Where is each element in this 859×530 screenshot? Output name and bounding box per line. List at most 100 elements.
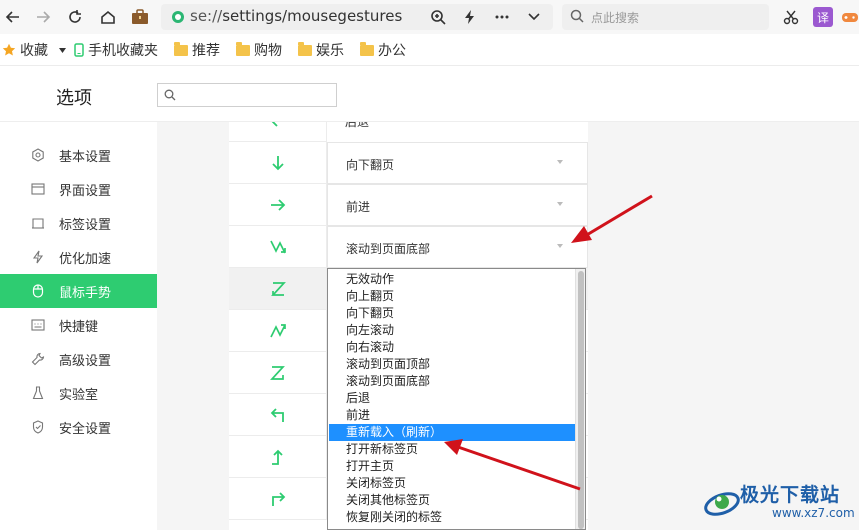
gesture-down-icon bbox=[229, 142, 327, 184]
zoom-icon[interactable] bbox=[428, 4, 448, 30]
flask-icon bbox=[30, 385, 46, 401]
lightning-icon[interactable] bbox=[460, 4, 480, 30]
shield-icon bbox=[30, 419, 46, 435]
sidebar-item-advanced[interactable]: 高级设置 bbox=[0, 342, 157, 376]
bookmark-folder-entertainment[interactable]: 娱乐 bbox=[298, 41, 344, 59]
dropdown-option[interactable]: 恢复刚关闭的标签 bbox=[329, 509, 575, 526]
bookmark-folder-shopping[interactable]: 购物 bbox=[236, 41, 282, 59]
dropdown-option-selected[interactable]: 重新载入（刷新） bbox=[329, 424, 575, 441]
gesture-action-value: 向下翻页 bbox=[346, 158, 395, 172]
gesture-action-select[interactable]: 滚动到页面底部 bbox=[327, 226, 588, 268]
options-header: 选项 bbox=[0, 66, 859, 122]
gesture-action-cell: 滚动到页面底部 bbox=[327, 226, 588, 268]
sidebar-item-speed[interactable]: 优化加速 bbox=[0, 240, 157, 274]
sidebar-item-security[interactable]: 安全设置 bbox=[0, 410, 157, 444]
bookmark-label: 推荐 bbox=[192, 43, 220, 59]
chevron-down-icon bbox=[557, 160, 563, 164]
watermark-title: 极光下载站 bbox=[740, 484, 841, 506]
gesture-left-icon bbox=[229, 122, 327, 142]
gesture-right-up-icon bbox=[229, 436, 327, 478]
gear-hex-icon bbox=[30, 147, 46, 163]
gesture-action-value: 滚动到页面底部 bbox=[346, 242, 431, 256]
sidebar-item-tabs[interactable]: 标签设置 bbox=[0, 206, 157, 240]
forward-icon[interactable] bbox=[32, 0, 54, 34]
search-input[interactable]: 点此搜索 bbox=[562, 4, 769, 30]
reload-icon[interactable] bbox=[64, 0, 86, 34]
gesture-action-cell: 向下翻页 bbox=[327, 142, 588, 184]
sidebar-item-label: 标签设置 bbox=[59, 217, 112, 233]
address-url: se://settings/mousegestures bbox=[190, 7, 402, 25]
gesture-row: 向下翻页 bbox=[229, 142, 588, 184]
bookmark-folder-recommend[interactable]: 推荐 bbox=[174, 41, 220, 59]
gesture-action-select[interactable]: 后退 bbox=[327, 122, 588, 142]
translate-icon[interactable]: 译 bbox=[813, 7, 833, 27]
favorites-button[interactable]: 收藏 bbox=[2, 41, 48, 59]
chevron-down-icon[interactable] bbox=[524, 4, 544, 30]
search-icon bbox=[164, 89, 176, 104]
toolbox-icon[interactable] bbox=[129, 0, 151, 34]
cut-icon[interactable] bbox=[780, 0, 802, 34]
sidebar-item-basic[interactable]: 基本设置 bbox=[0, 138, 157, 172]
sidebar-item-interface[interactable]: 界面设置 bbox=[0, 172, 157, 206]
action-dropdown-list: 无效动作 向上翻页 向下翻页 向左滚动 向右滚动 滚动到页面顶部 滚动到页面底部… bbox=[327, 268, 586, 530]
browser-toolbar: se://settings/mousegestures 点此搜索 译 bbox=[0, 0, 859, 34]
dropdown-option[interactable]: 后退 bbox=[329, 390, 575, 407]
options-search-input[interactable] bbox=[157, 83, 337, 107]
bookmark-mobile[interactable]: 手机收藏夹 bbox=[74, 41, 158, 59]
sidebar-item-label: 高级设置 bbox=[59, 353, 112, 369]
bookmark-label: 娱乐 bbox=[316, 43, 344, 59]
dropdown-option[interactable]: 滚动到页面顶部 bbox=[329, 356, 575, 373]
sidebar-item-mouse-gestures[interactable]: 鼠标手势 bbox=[0, 274, 157, 308]
mouse-icon bbox=[30, 283, 46, 299]
dropdown-option[interactable]: 打开主页 bbox=[329, 458, 575, 475]
bookmarks-bar: 收藏 手机收藏夹 推荐 购物 娱乐 办公 bbox=[0, 34, 859, 66]
aurora-logo-icon bbox=[704, 492, 740, 516]
window-icon bbox=[30, 181, 46, 197]
gesture-action-value: 后退 bbox=[345, 122, 370, 129]
dropdown-option[interactable]: 无效动作 bbox=[329, 271, 575, 288]
dropdown-option[interactable]: 滚动到页面底部 bbox=[329, 373, 575, 390]
home-icon[interactable] bbox=[97, 0, 119, 34]
sidebar-item-label: 鼠标手势 bbox=[59, 285, 112, 301]
bookmark-label: 手机收藏夹 bbox=[88, 43, 158, 59]
sidebar-item-label: 基本设置 bbox=[59, 149, 112, 165]
dropdown-option[interactable]: 向右滚动 bbox=[329, 339, 575, 356]
gesture-action-select[interactable]: 向下翻页 bbox=[327, 142, 588, 184]
bookmark-folder-office[interactable]: 办公 bbox=[360, 41, 406, 59]
sidebar-item-label: 界面设置 bbox=[59, 183, 112, 199]
scrollbar-thumb[interactable] bbox=[578, 271, 584, 529]
secure-icon bbox=[172, 11, 184, 23]
dropdown-option[interactable]: 向下翻页 bbox=[329, 305, 575, 322]
gesture-action-cell: 后退 bbox=[327, 122, 588, 142]
sidebar-item-lab[interactable]: 实验室 bbox=[0, 376, 157, 410]
gesture-zigzag-down-icon bbox=[229, 226, 327, 268]
gamepad-icon[interactable] bbox=[840, 0, 859, 34]
sidebar-item-label: 优化加速 bbox=[59, 251, 112, 267]
more-icon[interactable] bbox=[492, 4, 512, 30]
gesture-right-icon bbox=[229, 184, 327, 226]
back-icon[interactable] bbox=[2, 0, 24, 34]
watermark-url: www.xz7.com bbox=[772, 506, 855, 520]
gesture-row: 滚动到页面底部 bbox=[229, 226, 588, 268]
gesture-up-right-icon bbox=[229, 478, 327, 520]
address-bar[interactable]: se://settings/mousegestures bbox=[161, 4, 553, 30]
folder-icon bbox=[236, 41, 250, 56]
dropdown-option[interactable]: 关闭标签页 bbox=[329, 475, 575, 492]
sidebar-item-shortcuts[interactable]: 快捷键 bbox=[0, 308, 157, 342]
page-title: 选项 bbox=[56, 88, 92, 109]
dropdown-option[interactable]: 关闭其他标签页 bbox=[329, 492, 575, 509]
dropdown-option[interactable]: 打开新标签页 bbox=[329, 441, 575, 458]
gesture-action-select[interactable]: 前进 bbox=[327, 184, 588, 226]
gesture-row: 后退 bbox=[229, 122, 588, 142]
watermark-logo: 极光下载站 www.xz7.com bbox=[700, 476, 859, 530]
dropdown-scrollbar[interactable] bbox=[575, 269, 585, 529]
keyboard-icon bbox=[30, 317, 46, 333]
gesture-action-cell: 前进 bbox=[327, 184, 588, 226]
settings-sidebar: 基本设置 界面设置 标签设置 优化加速 鼠标手势 快捷键 高级设置 实验室 安全… bbox=[0, 122, 157, 530]
dropdown-option[interactable]: 向上翻页 bbox=[329, 288, 575, 305]
favorites-dropdown-icon[interactable] bbox=[59, 41, 66, 59]
dropdown-option[interactable]: 向左滚动 bbox=[329, 322, 575, 339]
dropdown-option[interactable]: 前进 bbox=[329, 407, 575, 424]
favorites-label: 收藏 bbox=[20, 43, 48, 59]
phone-icon bbox=[74, 43, 84, 57]
